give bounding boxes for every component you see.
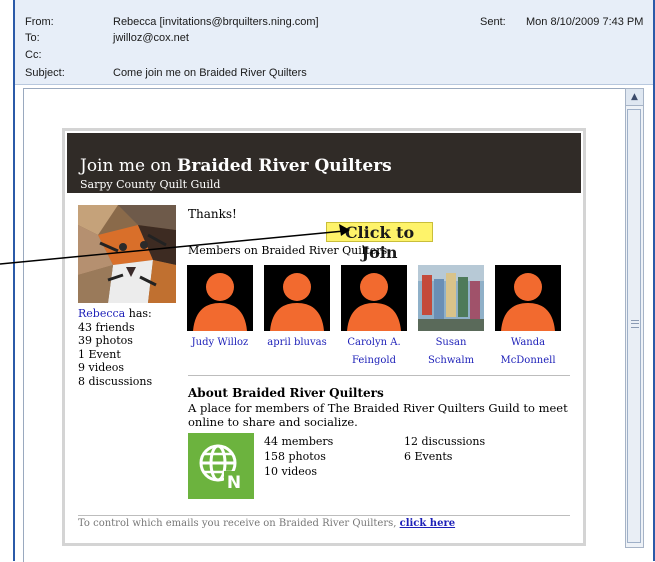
member-card[interactable]: Susan Schwalm bbox=[417, 265, 485, 370]
tiger-quilt-image bbox=[78, 205, 176, 303]
network-events-count: 6 Events bbox=[404, 450, 453, 463]
person-silhouette-icon bbox=[264, 265, 330, 331]
footer-click-here-link[interactable]: click here bbox=[400, 518, 455, 529]
subject-value: Come join me on Braided River Quilters bbox=[113, 67, 307, 79]
person-silhouette-icon bbox=[187, 265, 253, 331]
about-title: About Braided River Quilters bbox=[188, 386, 384, 400]
network-banner: Join me on Braided River Quilters Sarpy … bbox=[67, 133, 581, 193]
sender-line: Rebecca has: bbox=[78, 307, 152, 321]
member-avatar[interactable] bbox=[341, 265, 407, 331]
member-card[interactable]: Wanda McDonnell bbox=[494, 265, 562, 370]
member-avatar[interactable] bbox=[187, 265, 253, 331]
sender-avatar[interactable] bbox=[78, 205, 176, 303]
members-label: Members on Braided River Quilters: bbox=[188, 244, 391, 257]
sender-stats: Rebecca has: 43 friends 39 photos 1 Even… bbox=[78, 307, 152, 388]
quilt-display-photo bbox=[418, 265, 484, 331]
email-header: From: Rebecca [invitations@brquilters.ni… bbox=[15, 0, 653, 85]
member-card[interactable]: Judy Willoz bbox=[186, 265, 254, 352]
member-avatar[interactable] bbox=[495, 265, 561, 331]
cc-label: Cc: bbox=[25, 49, 42, 61]
stat-videos: 9 videos bbox=[78, 361, 125, 374]
globe-icon: N bbox=[188, 433, 254, 499]
vertical-scrollbar[interactable]: ▲ bbox=[625, 88, 644, 548]
network-discussions-count: 12 discussions bbox=[404, 435, 486, 448]
to-label: To: bbox=[25, 32, 40, 44]
member-name-link[interactable]: april bluvas bbox=[263, 334, 331, 352]
sender-name-link[interactable]: Rebecca bbox=[78, 307, 125, 320]
sent-row: Sent: Mon 8/10/2009 7:43 PM bbox=[480, 16, 643, 28]
stat-friends: 43 friends bbox=[78, 320, 135, 334]
thanks-text: Thanks! bbox=[188, 207, 237, 221]
scroll-up-arrow-icon[interactable]: ▲ bbox=[626, 89, 643, 106]
member-avatar[interactable] bbox=[264, 265, 330, 331]
stat-discussions: 8 discussions bbox=[78, 374, 153, 388]
invitation-card: Join me on Braided River Quilters Sarpy … bbox=[62, 128, 586, 546]
member-name-link[interactable]: Wanda McDonnell bbox=[494, 334, 562, 370]
sender-has-label: has: bbox=[125, 307, 152, 320]
from-value[interactable]: Rebecca [invitations@brquilters.ning.com… bbox=[113, 16, 319, 28]
network-members-count: 44 members bbox=[264, 435, 334, 448]
banner-title-prefix: Join me on bbox=[80, 156, 172, 176]
from-label: From: bbox=[25, 16, 54, 28]
member-name-link[interactable]: Judy Willoz bbox=[186, 334, 254, 352]
banner-network-name: Braided River Quilters bbox=[177, 156, 392, 176]
member-card[interactable]: Carolyn A. Feingold bbox=[340, 265, 408, 370]
member-name-link[interactable]: Carolyn A. Feingold bbox=[340, 334, 408, 370]
banner-title: Join me on Braided River Quilters bbox=[80, 156, 392, 176]
network-photos-count: 158 photos bbox=[264, 450, 326, 463]
network-logo[interactable]: N bbox=[188, 433, 254, 499]
person-silhouette-icon bbox=[341, 265, 407, 331]
scrollbar-thumb[interactable] bbox=[627, 109, 641, 543]
subject-label: Subject: bbox=[25, 67, 65, 79]
member-avatar[interactable] bbox=[418, 265, 484, 331]
member-name-link[interactable]: Susan Schwalm bbox=[417, 334, 485, 370]
sent-label: Sent: bbox=[480, 16, 506, 28]
sent-value: Mon 8/10/2009 7:43 PM bbox=[526, 16, 644, 28]
footer-divider bbox=[78, 515, 570, 516]
person-silhouette-icon bbox=[495, 265, 561, 331]
footer-text: To control which emails you receive on B… bbox=[78, 518, 455, 529]
section-divider bbox=[188, 375, 570, 376]
click-to-join-button[interactable]: Click to Join bbox=[326, 222, 433, 262]
network-videos-count: 10 videos bbox=[264, 465, 318, 478]
member-card[interactable]: april bluvas bbox=[263, 265, 331, 352]
about-description: A place for members of The Braided River… bbox=[188, 401, 568, 429]
svg-text:N: N bbox=[227, 473, 241, 493]
banner-subtitle: Sarpy County Quilt Guild bbox=[80, 178, 221, 191]
stat-events: 1 Event bbox=[78, 347, 121, 361]
stat-photos: 39 photos bbox=[78, 334, 133, 347]
to-value[interactable]: jwilloz@cox.net bbox=[113, 32, 189, 44]
grip-icon bbox=[631, 320, 639, 328]
footer-message: To control which emails you receive on B… bbox=[78, 518, 400, 529]
